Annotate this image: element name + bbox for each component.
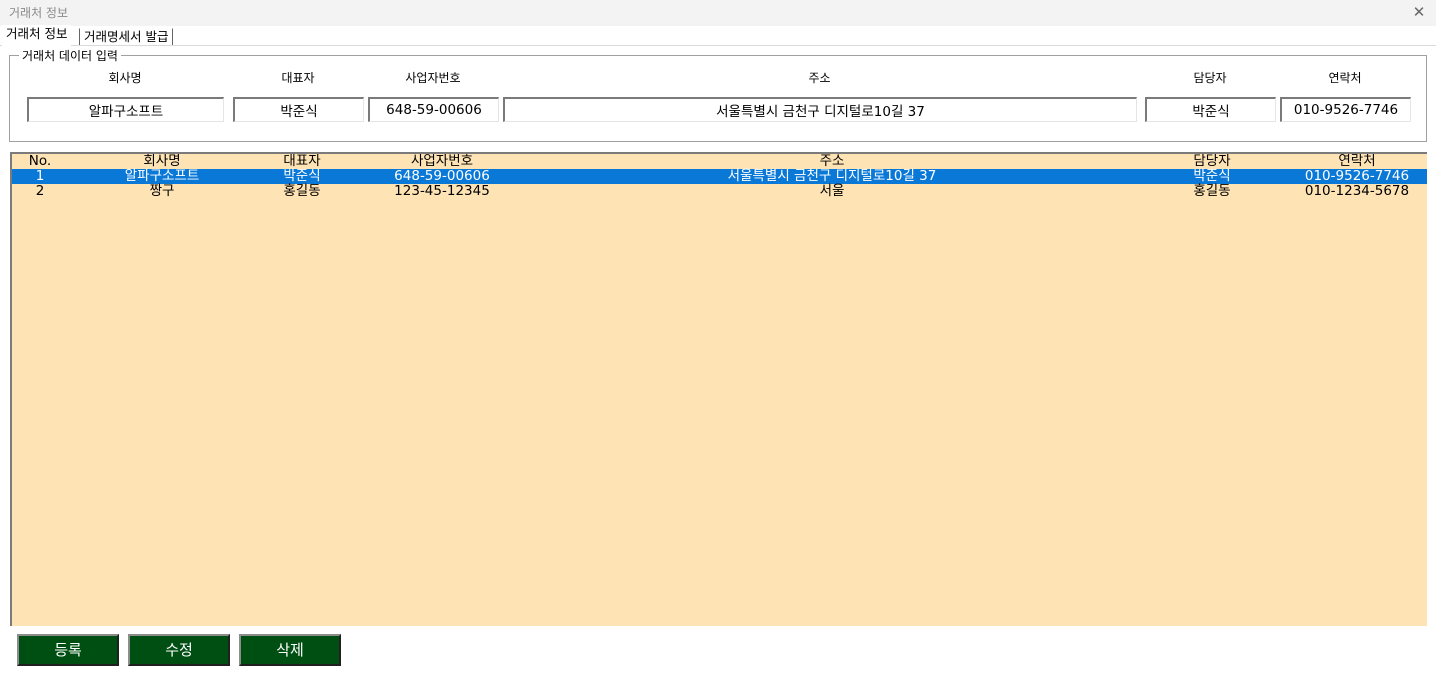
cell-phone: 010-9526-7746 <box>1304 168 1410 184</box>
col-header-bizno: 사업자번호 <box>410 153 474 169</box>
cell-address: 서울 <box>819 183 845 199</box>
title-bar: 거래처 정보 ✕ <box>0 0 1436 26</box>
cell-manager: 박준식 <box>1193 168 1231 184</box>
cell-company: 짱구 <box>149 183 175 199</box>
address-input[interactable] <box>503 97 1137 122</box>
cell-ceo: 박준식 <box>283 168 321 184</box>
customer-listbox[interactable]: No. 회사명 대표자 사업자번호 주소 담당자 연락처 1 알파구소프트 박준… <box>10 152 1427 626</box>
col-header-company: 회사명 <box>143 153 181 169</box>
cell-no: 2 <box>35 183 45 199</box>
label-company: 회사명 <box>108 71 142 85</box>
label-bizno: 사업자번호 <box>405 71 461 85</box>
label-ceo: 대표자 <box>281 71 315 85</box>
tab-strip: 거래처 정보 거래명세서 발급 <box>0 25 1436 46</box>
edit-button[interactable]: 수정 <box>128 634 230 666</box>
manager-input[interactable] <box>1145 97 1276 122</box>
list-header: No. 회사명 대표자 사업자번호 주소 담당자 연락처 <box>12 154 1427 169</box>
company-input[interactable] <box>27 97 224 122</box>
list-item-selected[interactable]: 1 알파구소프트 박준식 648-59-00606 서울특별시 금천구 디지털로… <box>12 169 1427 184</box>
label-phone: 연락처 <box>1328 71 1362 85</box>
cell-bizno: 123-45-12345 <box>394 183 490 199</box>
ceo-input[interactable] <box>233 97 364 122</box>
register-button[interactable]: 등록 <box>17 634 119 666</box>
close-icon[interactable]: ✕ <box>1408 2 1430 24</box>
col-header-manager: 담당자 <box>1193 153 1231 169</box>
cell-no: 1 <box>35 168 45 184</box>
input-groupbox: 거래처 데이터 입력 회사명 대표자 사업자번호 주소 담당자 연락처 <box>9 47 1427 142</box>
col-header-ceo: 대표자 <box>283 153 321 169</box>
phone-input[interactable] <box>1280 97 1411 122</box>
tab-invoice-issue[interactable]: 거래명세서 발급 <box>79 28 174 45</box>
groupbox-legend: 거래처 데이터 입력 <box>19 47 121 64</box>
cell-phone: 010-1234-5678 <box>1304 183 1410 199</box>
bizno-input[interactable] <box>368 97 499 122</box>
label-address: 주소 <box>808 71 831 85</box>
col-header-phone: 연락처 <box>1338 153 1376 169</box>
cell-bizno: 648-59-00606 <box>394 168 490 184</box>
cell-address: 서울특별시 금천구 디지털로10길 37 <box>727 168 937 184</box>
delete-button[interactable]: 삭제 <box>239 634 341 666</box>
col-header-address: 주소 <box>819 153 845 169</box>
cell-manager: 홍길동 <box>1193 183 1231 199</box>
tab-page-customer-info: 거래처 데이터 입력 회사명 대표자 사업자번호 주소 담당자 연락처 No. … <box>0 45 1436 681</box>
label-manager: 담당자 <box>1193 71 1227 85</box>
col-header-no: No. <box>28 153 52 169</box>
list-item[interactable]: 2 짱구 홍길동 123-45-12345 서울 홍길동 010-1234-56… <box>12 184 1427 199</box>
window-title: 거래처 정보 <box>9 6 69 20</box>
cell-ceo: 홍길동 <box>283 183 321 199</box>
tab-customer-info[interactable]: 거래처 정보 <box>2 25 72 46</box>
cell-company: 알파구소프트 <box>124 168 200 184</box>
